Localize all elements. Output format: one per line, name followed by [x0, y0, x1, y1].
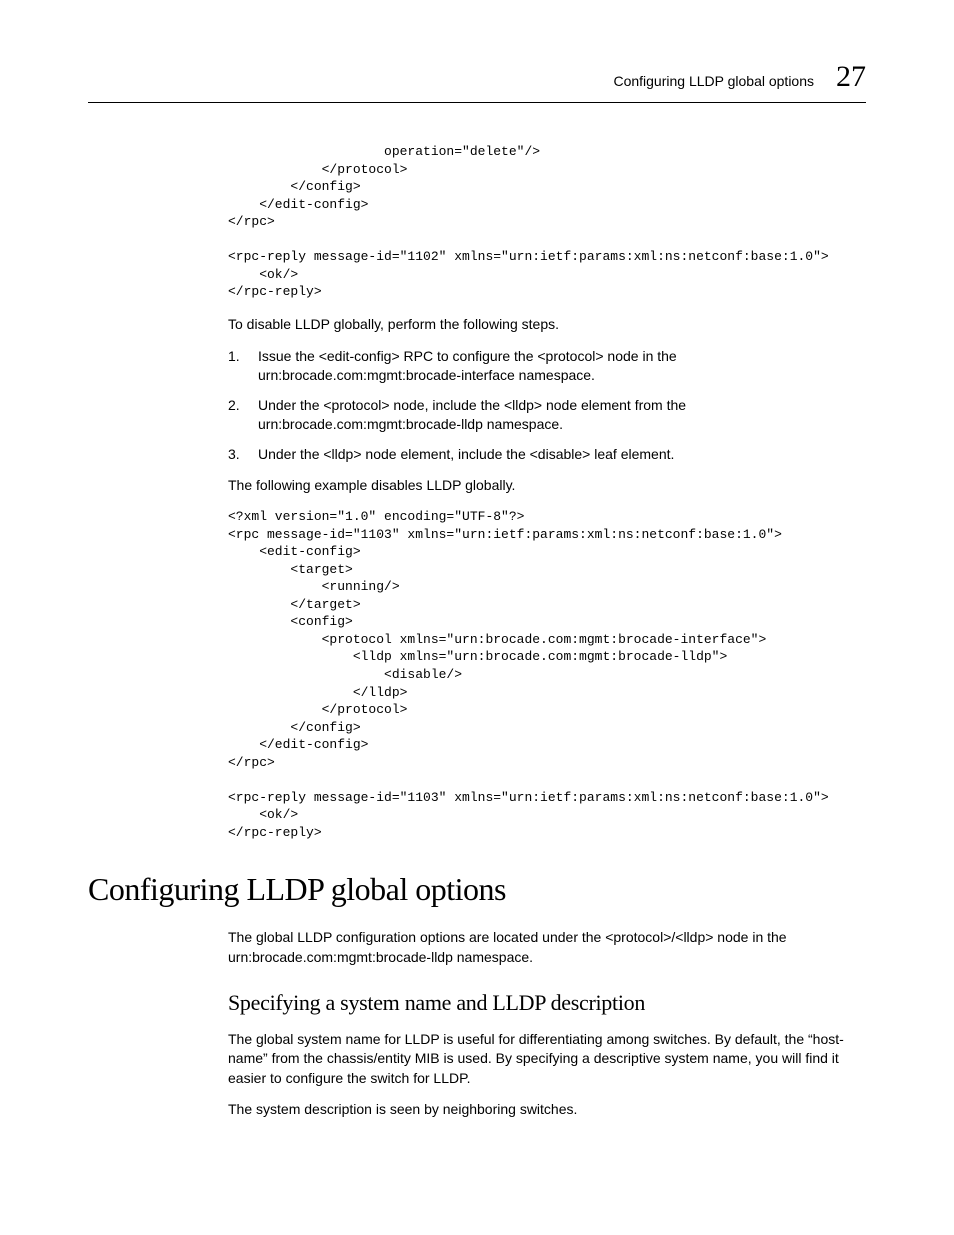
- step-item: 3. Under the <lldp> node element, includ…: [228, 445, 866, 465]
- chapter-number: 27: [836, 60, 866, 94]
- step-item: 2. Under the <protocol> node, include th…: [228, 396, 866, 435]
- section-para-1: The global LLDP configuration options ar…: [228, 928, 866, 967]
- content-indent: operation="delete"/> </protocol> </confi…: [228, 143, 866, 841]
- step-number: 1.: [228, 347, 244, 386]
- step-number: 3.: [228, 445, 244, 465]
- header-title: Configuring LLDP global options: [613, 73, 814, 89]
- page: Configuring LLDP global options 27 opera…: [0, 0, 954, 1192]
- code-block-top: operation="delete"/> </protocol> </confi…: [228, 143, 866, 301]
- section-heading-2: Specifying a system name and LLDP descri…: [228, 990, 866, 1016]
- step-number: 2.: [228, 396, 244, 435]
- step-item: 1. Issue the <edit-config> RPC to config…: [228, 347, 866, 386]
- step-text: Under the <lldp> node element, include t…: [258, 445, 674, 465]
- example-intro: The following example disables LLDP glob…: [228, 476, 866, 496]
- section-para-3: The system description is seen by neighb…: [228, 1100, 866, 1120]
- section-body: The global LLDP configuration options ar…: [228, 928, 866, 1120]
- steps-list: 1. Issue the <edit-config> RPC to config…: [228, 347, 866, 465]
- step-text: Under the <protocol> node, include the <…: [258, 396, 866, 435]
- intro-text: To disable LLDP globally, perform the fo…: [228, 315, 866, 335]
- page-header: Configuring LLDP global options 27: [88, 60, 866, 94]
- section-para-2: The global system name for LLDP is usefu…: [228, 1030, 866, 1089]
- section-heading-1: Configuring LLDP global options: [88, 871, 866, 908]
- header-rule: [88, 102, 866, 103]
- code-block-example: <?xml version="1.0" encoding="UTF-8"?> <…: [228, 508, 866, 841]
- step-text: Issue the <edit-config> RPC to configure…: [258, 347, 866, 386]
